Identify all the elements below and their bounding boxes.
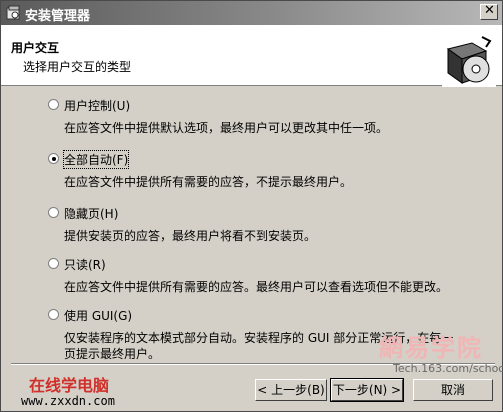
- close-button[interactable]: ✕: [480, 3, 498, 20]
- option-description: 在应答文件中提供所有需要的应答。最终用户可以查看选项但不能更改。: [64, 280, 449, 294]
- option-label[interactable]: 隐藏页(H): [64, 205, 118, 222]
- option-description-line2: 页提示最终用户。: [64, 347, 161, 361]
- radio-read-only[interactable]: [48, 258, 59, 269]
- close-icon: ✕: [484, 3, 495, 18]
- title-bar: 安装管理器 ✕: [1, 1, 502, 25]
- option-label[interactable]: 用户控制(U): [64, 97, 130, 114]
- watermark-163-url: Tech.163.com/school: [393, 362, 503, 375]
- watermark-brand: 在线学电脑: [29, 376, 110, 395]
- cancel-button[interactable]: 取消: [413, 379, 493, 401]
- option-description: 提供安装页的应答，最终用户将看不到安装页。: [64, 229, 317, 243]
- watermark-url: www.zxxdn.com: [21, 394, 115, 408]
- option-label[interactable]: 全部自动(F): [62, 150, 130, 169]
- radio-fully-automated[interactable]: [48, 153, 59, 164]
- option-description: 在应答文件中提供所有需要的应答，不提示最终用户。: [64, 175, 353, 189]
- back-button[interactable]: < 上一步(B): [255, 379, 327, 401]
- option-description: 在应答文件中提供默认选项，最终用户可以更改其中任一项。: [64, 121, 389, 135]
- setup-manager-window: 安装管理器 ✕ 用户交互 选择用户交互的类型 用户控制(U) 在应答文件中提供默…: [0, 0, 503, 412]
- wizard-header: 用户交互 选择用户交互的类型: [1, 25, 502, 87]
- setup-manager-icon: [6, 5, 20, 20]
- radio-gui-attended[interactable]: [48, 309, 59, 320]
- watermark-163-logo: 網易学院: [379, 334, 483, 362]
- option-label[interactable]: 使用 GUI(G): [64, 307, 132, 324]
- page-title: 用户交互: [11, 41, 60, 55]
- radio-user-controlled[interactable]: [48, 99, 59, 110]
- option-label[interactable]: 只读(R): [64, 256, 106, 273]
- radio-hide-pages[interactable]: [48, 207, 59, 218]
- window-title: 安装管理器: [25, 9, 91, 24]
- next-button[interactable]: 下一步(N) >: [330, 378, 404, 402]
- package-cd-icon: [442, 33, 496, 87]
- page-subtitle: 选择用户交互的类型: [23, 60, 132, 74]
